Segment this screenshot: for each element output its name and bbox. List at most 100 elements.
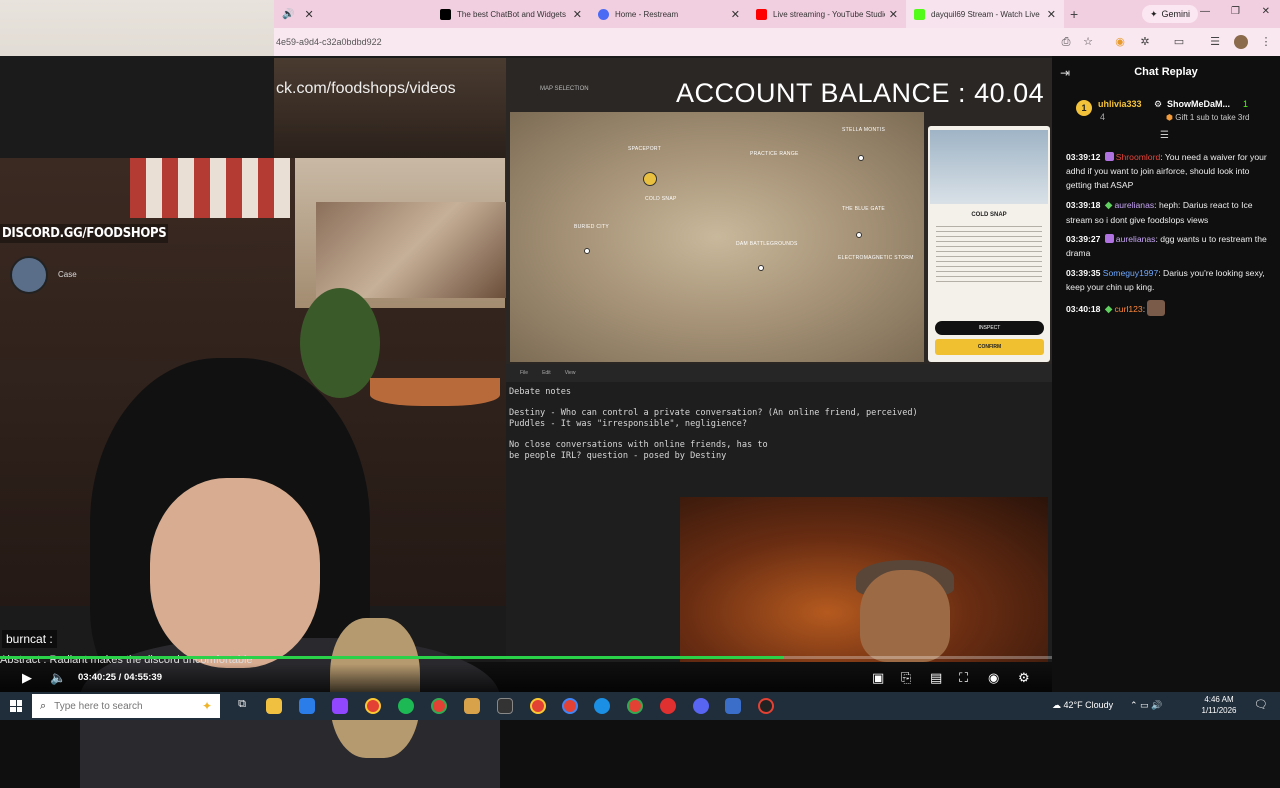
tab-audio[interactable]: 🔊 ✕ bbox=[274, 0, 432, 28]
menu-kebab-icon[interactable]: ⋮ bbox=[1259, 35, 1273, 49]
new-tab-button[interactable]: + bbox=[1070, 6, 1078, 22]
expand-leaderboard-icon[interactable]: ☰ bbox=[1160, 130, 1169, 141]
location-marker[interactable] bbox=[758, 265, 764, 271]
bookmark-star-icon[interactable]: ☆ bbox=[1081, 35, 1095, 49]
menu-file[interactable]: File bbox=[520, 370, 528, 376]
cat-emote-icon bbox=[1147, 300, 1166, 316]
gift-sub-button[interactable]: ⬢ Gift 1 sub to take 3rd bbox=[1166, 113, 1249, 122]
location-marker[interactable] bbox=[858, 155, 864, 161]
chat-username[interactable]: aurelianas bbox=[1116, 234, 1156, 244]
chat-username[interactable]: aurelianas bbox=[1115, 200, 1155, 210]
search-icon: ⌕ bbox=[40, 699, 47, 712]
chat-username[interactable]: Someguy1997 bbox=[1103, 268, 1158, 278]
tray-icons[interactable]: ⌃ ▭ 🔊 bbox=[1130, 700, 1162, 711]
guest-face bbox=[860, 570, 950, 662]
chrome-alt-icon[interactable] bbox=[530, 698, 546, 714]
media-controls-icon[interactable]: ☰ bbox=[1208, 35, 1222, 49]
clip-icon[interactable]: ⎘ bbox=[901, 670, 911, 686]
pinned-user-1[interactable]: uhlivia333 bbox=[1098, 99, 1142, 109]
taskbar-search-input[interactable] bbox=[54, 700, 175, 712]
location-electromagnetic-storm: ELECTROMAGNETIC STORM bbox=[838, 255, 914, 261]
close-tab-icon[interactable]: ✕ bbox=[889, 8, 898, 21]
chrome-icon[interactable] bbox=[365, 698, 381, 714]
chat-username[interactable]: curl123 bbox=[1115, 304, 1143, 314]
playback-speed-icon[interactable]: ◉ bbox=[988, 670, 999, 686]
card-description bbox=[936, 226, 1042, 286]
close-tab-icon[interactable]: ✕ bbox=[304, 8, 313, 21]
chrome-dark-icon[interactable] bbox=[758, 698, 774, 714]
volume-icon[interactable]: 🔈 bbox=[50, 670, 66, 686]
chat-username[interactable]: Shroomlord bbox=[1116, 152, 1160, 162]
card-image bbox=[930, 130, 1048, 204]
game-app-icon[interactable] bbox=[464, 698, 480, 714]
close-window-button[interactable]: ✕ bbox=[1262, 6, 1270, 17]
outlook-icon[interactable] bbox=[299, 698, 315, 714]
minimize-button[interactable]: — bbox=[1200, 6, 1210, 17]
rss-extension-icon[interactable]: ◉ bbox=[1113, 35, 1127, 49]
theater-mode-icon[interactable]: ▣ bbox=[872, 670, 884, 686]
discord-icon[interactable] bbox=[693, 698, 709, 714]
restore-button[interactable]: ❐ bbox=[1231, 6, 1240, 17]
chrome-alt2-icon[interactable] bbox=[562, 698, 578, 714]
vip-badge-icon: ◆ bbox=[1104, 200, 1113, 211]
spotify-icon[interactable] bbox=[398, 698, 414, 714]
pinned-user-2-count: 1 bbox=[1243, 99, 1249, 109]
tab-youtube-studio[interactable]: Live streaming - YouTube Studio ✕ bbox=[748, 0, 906, 28]
speaker-icon[interactable]: 🔊 bbox=[282, 9, 294, 20]
close-tab-icon[interactable]: ✕ bbox=[573, 8, 582, 21]
case-avatar bbox=[10, 256, 48, 294]
location-stella-montis: STELLA MONTIS bbox=[842, 127, 886, 133]
notifications-icon[interactable]: 🗨 bbox=[1254, 698, 1268, 711]
obs-icon[interactable] bbox=[497, 698, 513, 714]
tab-kick-stream[interactable]: dayquil69 Stream - Watch Live ✕ bbox=[906, 0, 1064, 28]
gemini-button[interactable]: ✦ Gemini bbox=[1141, 5, 1198, 23]
confirm-button[interactable]: CONFIRM bbox=[935, 339, 1044, 355]
location-marker[interactable] bbox=[584, 248, 590, 254]
split-view-icon[interactable]: ▭ bbox=[1172, 35, 1186, 49]
chat-title: Chat Replay bbox=[1134, 66, 1198, 78]
location-marker[interactable] bbox=[856, 232, 862, 238]
fullscreen-icon[interactable]: ⛶ bbox=[959, 670, 968, 686]
task-view-icon[interactable]: ⧉ bbox=[234, 698, 250, 714]
pinned-user-2[interactable]: ShowMeDaM... bbox=[1167, 99, 1230, 109]
subscriber-badge-icon bbox=[1104, 234, 1114, 243]
tab-restream[interactable]: Home - Restream ✕ bbox=[590, 0, 748, 28]
miniplayer-icon[interactable]: ▤ bbox=[930, 670, 942, 686]
background-room bbox=[274, 58, 506, 158]
time-display: 03:40:25 / 04:55:39 bbox=[78, 672, 162, 683]
youtube-favicon-icon bbox=[756, 8, 767, 20]
debate-notes-text[interactable]: Debate notes Destiny - Who can control a… bbox=[509, 387, 929, 461]
url-field[interactable]: 4e59-a9d4-c32a0bdbd922 bbox=[276, 37, 382, 47]
weather-widget[interactable]: ☁ 42°F Cloudy bbox=[1052, 700, 1113, 711]
chrome-profile-icon[interactable] bbox=[431, 698, 447, 714]
inspect-button[interactable]: INSPECT bbox=[935, 321, 1044, 335]
chat-message: 03:39:27 aurelianas: dgg wants u to rest… bbox=[1066, 234, 1267, 258]
twitch-icon[interactable] bbox=[332, 698, 348, 714]
settings-gear-icon[interactable]: ⚙ bbox=[1018, 670, 1030, 686]
selected-location-marker[interactable] bbox=[643, 172, 657, 186]
pinned-user-1-count: 4 bbox=[1100, 112, 1106, 122]
tab-chatbot[interactable]: The best ChatBot and Widgets ✕ bbox=[432, 0, 590, 28]
play-icon[interactable]: ▶ bbox=[22, 670, 32, 686]
window-app-icon[interactable] bbox=[725, 698, 741, 714]
gemini-icon: ✦ bbox=[1149, 8, 1158, 19]
location-buried-city: BURIED CITY bbox=[574, 224, 609, 230]
profile-avatar[interactable] bbox=[1234, 35, 1248, 49]
close-tab-icon[interactable]: ✕ bbox=[731, 8, 740, 21]
close-tab-icon[interactable]: ✕ bbox=[1047, 8, 1056, 21]
windows-start-icon[interactable] bbox=[10, 700, 22, 712]
taskbar-clock[interactable]: 4:46 AM 1/11/2026 bbox=[1196, 694, 1242, 716]
chrome-alt3-icon[interactable] bbox=[627, 698, 643, 714]
menu-view[interactable]: View bbox=[565, 370, 576, 376]
red-app-icon[interactable] bbox=[660, 698, 676, 714]
taskbar-search[interactable]: ⌕ ✦ bbox=[32, 694, 220, 718]
kick-favicon-icon bbox=[914, 8, 925, 20]
extensions-icon[interactable]: ✲ bbox=[1138, 35, 1152, 49]
page-info-icon[interactable]: ⎙ bbox=[1059, 35, 1073, 49]
map-area bbox=[510, 112, 924, 362]
location-dam-battlegrounds: DAM BATTLEGROUNDS bbox=[736, 241, 798, 247]
menu-edit[interactable]: Edit bbox=[542, 370, 551, 376]
file-explorer-icon[interactable] bbox=[266, 698, 282, 714]
chat-message: 03:39:18 ◆ aurelianas: heph: Darius react… bbox=[1066, 200, 1253, 225]
browser-icon[interactable] bbox=[594, 698, 610, 714]
